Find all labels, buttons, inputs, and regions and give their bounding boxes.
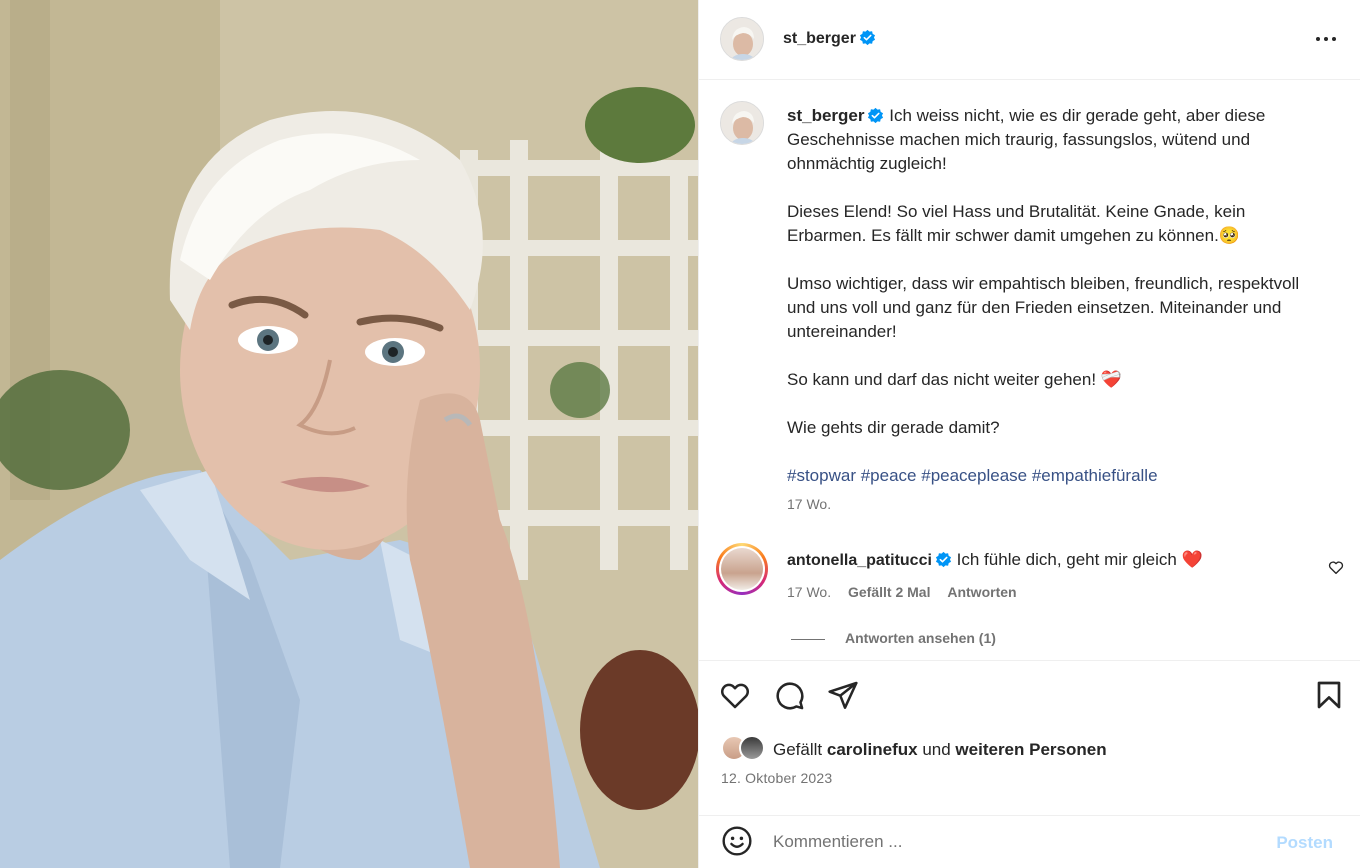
comment-icon[interactable] <box>773 679 805 711</box>
comment: antonella_patitucci Ich fühle dich, geht… <box>787 548 1307 573</box>
author-username[interactable]: st_berger <box>783 29 876 48</box>
comment-username[interactable]: antonella_patitucci <box>787 552 932 569</box>
comment-meta: 17 Wo. Gefällt 2 Mal Antworten <box>787 584 1030 600</box>
likes-prefix: Gefällt <box>773 740 823 759</box>
caption-paragraph-2: Dieses Elend! So viel Hass und Brutalitä… <box>787 202 1246 245</box>
caption-username[interactable]: st_berger <box>787 106 864 125</box>
likes-summary[interactable]: Gefällt carolinefux und weiteren Persone… <box>721 735 1107 761</box>
caption-paragraph-5: Wie gehts dir gerade damit? <box>787 418 1000 437</box>
post-date[interactable]: 12. Oktober 2023 <box>721 770 832 786</box>
divider-line <box>791 638 825 640</box>
action-bar: Gefällt carolinefux und weiteren Persone… <box>699 660 1360 820</box>
more-dot <box>1332 37 1336 41</box>
verified-badge-icon <box>859 29 875 46</box>
caption-avatar[interactable] <box>720 101 764 145</box>
comment-text: Ich fühle dich, geht mir gleich ❤️ <box>956 550 1203 569</box>
more-options-button[interactable] <box>1315 28 1341 50</box>
selfie-image <box>0 0 698 868</box>
comment-composer: Posten <box>699 815 1360 868</box>
hashtag-link[interactable]: #peaceplease <box>921 466 1027 485</box>
caption-paragraph-4: So kann und darf das nicht weiter gehen!… <box>787 370 1122 389</box>
verified-badge-icon <box>868 107 884 124</box>
hashtag-link[interactable]: #peace <box>861 466 917 485</box>
comment-likes[interactable]: Gefällt 2 Mal <box>848 584 930 600</box>
post-caption: st_berger Ich weiss nicht, wie es dir ge… <box>787 104 1317 488</box>
liker-username[interactable]: carolinefux <box>827 740 918 759</box>
view-replies-button[interactable]: Antworten ansehen (1) <box>791 630 996 646</box>
likes-others[interactable]: weiteren Personen <box>955 740 1106 759</box>
emoji-icon[interactable] <box>721 825 753 857</box>
comment-timestamp[interactable]: 17 Wo. <box>787 584 831 600</box>
view-replies-label: Antworten ansehen (1) <box>845 630 996 646</box>
bookmark-icon[interactable] <box>1313 679 1345 711</box>
liker-avatars[interactable] <box>721 735 767 761</box>
author-username-text[interactable]: st_berger <box>783 30 856 47</box>
more-dot <box>1324 37 1328 41</box>
caption-timestamp[interactable]: 17 Wo. <box>787 496 831 512</box>
post-panel: st_berger st_berger Ich weiss nicht, wie… <box>698 0 1360 868</box>
comment-input[interactable] <box>773 830 1253 854</box>
post-header: st_berger <box>699 0 1360 80</box>
hashtag-link[interactable]: #stopwar <box>787 466 856 485</box>
commenter-avatar[interactable] <box>716 543 768 595</box>
author-avatar[interactable] <box>720 17 764 61</box>
heart-icon[interactable] <box>719 679 751 711</box>
verified-badge-icon <box>935 551 951 568</box>
post-comment-button[interactable]: Posten <box>1276 833 1333 853</box>
hashtag-list: #stopwar #peace #peaceplease #empathiefü… <box>787 464 1317 488</box>
comment-like-heart-icon[interactable] <box>1327 558 1345 576</box>
liker-avatar <box>739 735 765 761</box>
post-photo[interactable] <box>0 0 698 868</box>
comment-reply-button[interactable]: Antworten <box>947 584 1016 600</box>
caption-paragraph-3: Umso wichtiger, dass wir empahtisch blei… <box>787 274 1300 341</box>
share-icon[interactable] <box>827 679 859 711</box>
more-horizontal-icon <box>1316 37 1320 41</box>
likes-connector: und <box>922 740 951 759</box>
hashtag-link[interactable]: #empathiefüralle <box>1032 466 1158 485</box>
